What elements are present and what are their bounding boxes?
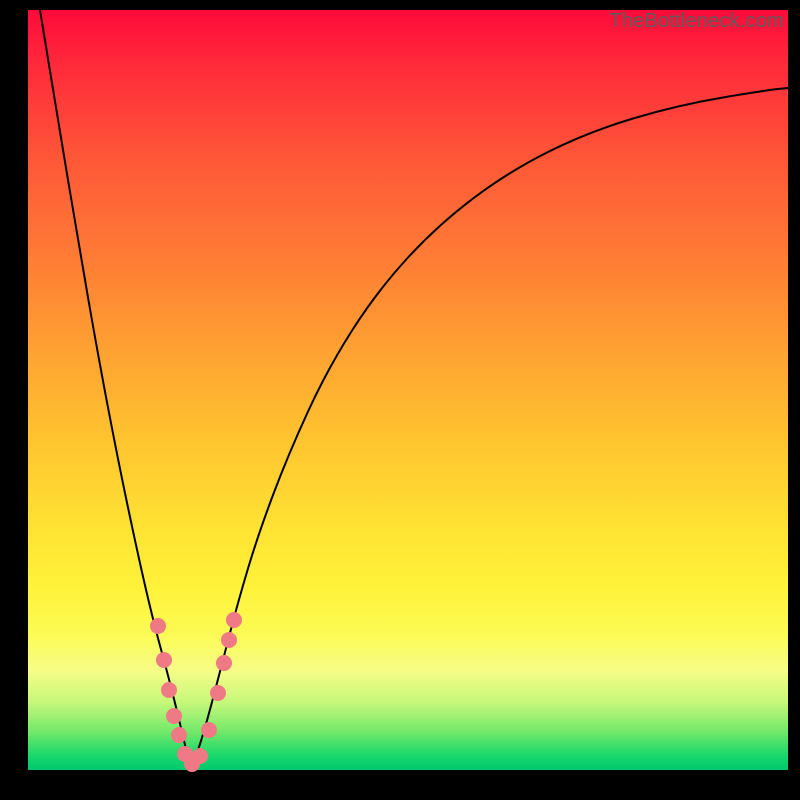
highlight-dot xyxy=(171,727,187,743)
highlight-dot xyxy=(156,652,172,668)
highlight-dot xyxy=(161,682,177,698)
curve-left-branch xyxy=(40,10,192,766)
highlight-dot xyxy=(216,655,232,671)
highlight-dot xyxy=(226,612,242,628)
highlight-dot xyxy=(150,618,166,634)
curve-right-branch xyxy=(192,88,788,766)
highlight-dots-group xyxy=(150,612,242,772)
highlight-dot xyxy=(221,632,237,648)
plot-area: TheBottleneck.com xyxy=(28,10,788,770)
highlight-dot xyxy=(192,748,208,764)
highlight-dot xyxy=(201,722,217,738)
chart-frame: TheBottleneck.com xyxy=(0,0,800,800)
curve-svg xyxy=(28,10,788,770)
highlight-dot xyxy=(166,708,182,724)
highlight-dot xyxy=(210,685,226,701)
